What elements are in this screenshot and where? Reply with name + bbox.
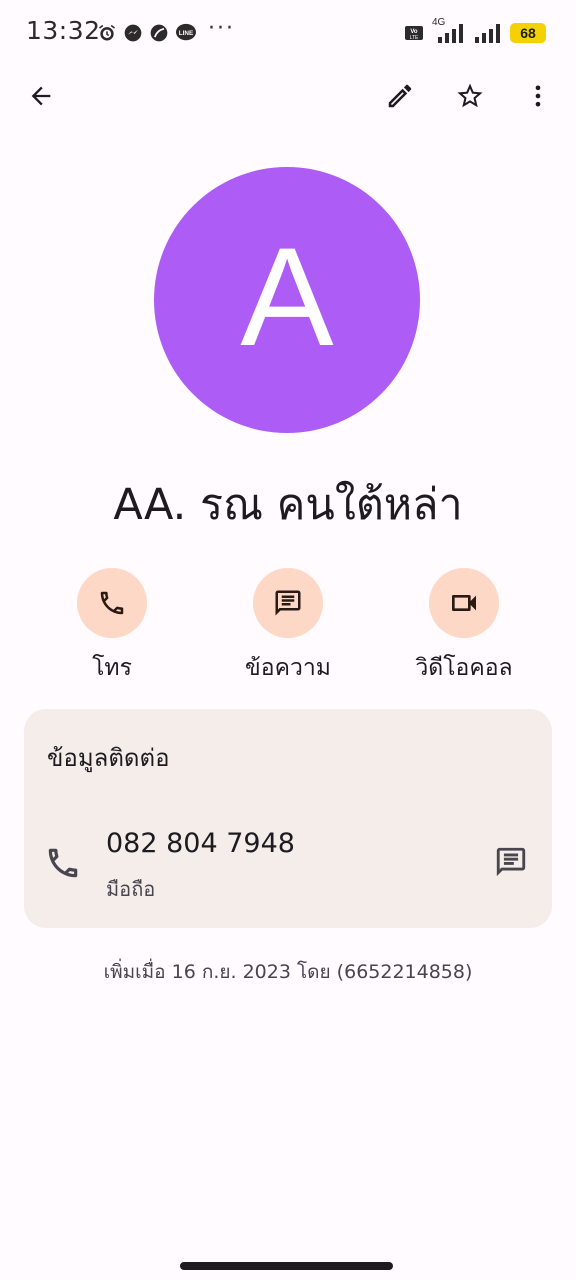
volte-icon: VoLTE xyxy=(405,26,423,41)
arrow-left-icon xyxy=(31,86,51,106)
signal-4g-icon: 4G xyxy=(432,17,468,45)
leaf-icon xyxy=(148,22,170,44)
call-action[interactable]: โทร xyxy=(22,568,202,686)
battery-indicator: 68 xyxy=(510,23,546,43)
video-call-action[interactable]: วิดีโอคอล xyxy=(374,568,554,686)
phone-number[interactable]: 082 804 7948 xyxy=(106,828,295,859)
pencil-icon xyxy=(388,84,412,108)
phone-number-row[interactable] xyxy=(24,810,552,914)
message-button[interactable] xyxy=(253,568,323,638)
added-date-text: เพิ่มเมื่อ 16 ก.ย. 2023 โดย (6652214858) xyxy=(103,961,473,983)
edit-button[interactable] xyxy=(376,72,424,120)
phone-row-icon xyxy=(44,844,82,886)
message-label: ข้อความ xyxy=(245,655,331,681)
video-call-label: วิดีโอคอล xyxy=(415,655,513,681)
svg-text:LINE: LINE xyxy=(179,30,194,37)
home-indicator[interactable] xyxy=(180,1262,393,1270)
phone-icon xyxy=(100,591,124,615)
phone-type: มือถือ xyxy=(106,877,156,901)
contact-avatar[interactable]: A xyxy=(154,167,420,433)
message-icon xyxy=(275,590,301,616)
videocam-icon xyxy=(452,595,476,611)
status-right-group: Vo LTE 4G 68 xyxy=(404,17,546,46)
more-notifications-icon: ··· xyxy=(208,16,235,41)
status-time: 13:32 xyxy=(26,16,101,45)
more-vert-icon xyxy=(535,85,541,107)
alarm-icon xyxy=(96,22,118,44)
star-outline-icon xyxy=(457,83,483,108)
video-call-button[interactable] xyxy=(429,568,499,638)
svg-text:LTE: LTE xyxy=(410,35,419,41)
send-message-button[interactable] xyxy=(487,838,535,886)
back-button[interactable] xyxy=(17,72,65,120)
contact-info-title: ข้อมูลติดต่อ xyxy=(47,744,170,772)
message-action[interactable]: ข้อความ xyxy=(198,568,378,686)
call-button[interactable] xyxy=(77,568,147,638)
avatar-letter: A xyxy=(240,218,334,375)
line-icon: LINE xyxy=(175,22,197,44)
signal-icon xyxy=(475,24,500,43)
phone-icon xyxy=(48,848,78,878)
message-icon xyxy=(496,847,526,877)
messenger-icon xyxy=(122,22,144,44)
call-label: โทร xyxy=(92,655,132,681)
favorite-button[interactable] xyxy=(446,72,494,120)
more-options-button[interactable] xyxy=(514,72,562,120)
contact-name: AA. รณ คนใต้หล่า xyxy=(113,480,463,530)
